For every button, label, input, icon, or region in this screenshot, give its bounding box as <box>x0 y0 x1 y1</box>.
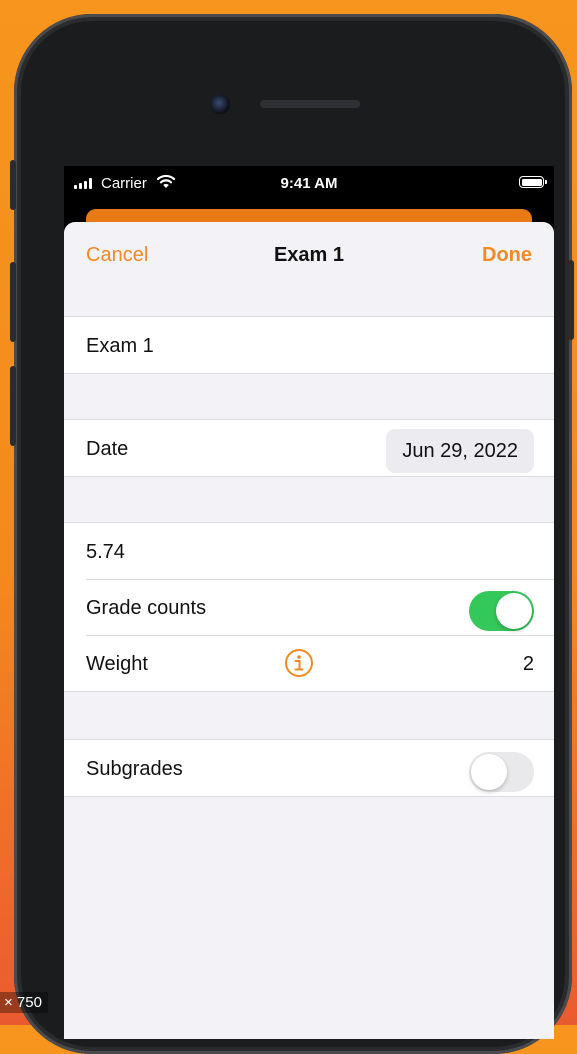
status-bar: Carrier 9:41 AM <box>64 166 554 206</box>
power-button <box>568 260 574 340</box>
done-button[interactable]: Done <box>482 244 532 267</box>
phone-frame: Carrier 9:41 AM Cancel Exam 1 Done Exam <box>14 14 572 1054</box>
weight-value[interactable]: 2 <box>523 653 534 676</box>
grade-field[interactable]: 5.74 <box>86 541 125 564</box>
subgrades-row: Subgrades <box>64 740 554 796</box>
date-label: Date <box>86 438 129 460</box>
overlay-size-tag: × 750 <box>0 992 48 1013</box>
navigation-bar: Cancel Exam 1 Done <box>64 222 554 298</box>
exam-name-field[interactable]: Exam 1 <box>86 335 154 358</box>
subgrades-toggle[interactable] <box>469 752 534 792</box>
cancel-button[interactable]: Cancel <box>86 244 148 267</box>
weight-label: Weight <box>86 653 148 675</box>
screen: Carrier 9:41 AM Cancel Exam 1 Done Exam <box>64 166 554 1039</box>
status-time: 9:41 AM <box>280 175 338 192</box>
date-section: Date Jun 29, 2022 <box>64 419 554 477</box>
weight-row: Weight 2 <box>64 635 554 691</box>
mute-switch <box>10 160 16 210</box>
name-section: Exam 1 <box>64 316 554 374</box>
volume-up-button <box>10 262 16 342</box>
volume-down-button <box>10 366 16 446</box>
date-row: Date Jun 29, 2022 <box>64 420 554 476</box>
name-row[interactable]: Exam 1 <box>64 317 554 373</box>
grade-counts-row: Grade counts <box>64 579 554 635</box>
grade-counts-label: Grade counts <box>86 597 207 619</box>
date-picker-button[interactable]: Jun 29, 2022 <box>386 429 534 473</box>
grade-section: 5.74 Grade counts Weight 2 <box>64 522 554 692</box>
subgrades-label: Subgrades <box>86 758 183 780</box>
grade-counts-toggle[interactable] <box>469 591 534 631</box>
grade-row[interactable]: 5.74 <box>64 523 554 579</box>
info-icon[interactable] <box>284 648 314 678</box>
subgrades-section: Subgrades <box>64 739 554 797</box>
earpiece-speaker <box>260 100 360 108</box>
front-camera <box>210 94 230 114</box>
edit-sheet: Cancel Exam 1 Done Exam 1 Date Jun 29, 2… <box>64 222 554 1039</box>
battery-icon <box>519 176 547 188</box>
